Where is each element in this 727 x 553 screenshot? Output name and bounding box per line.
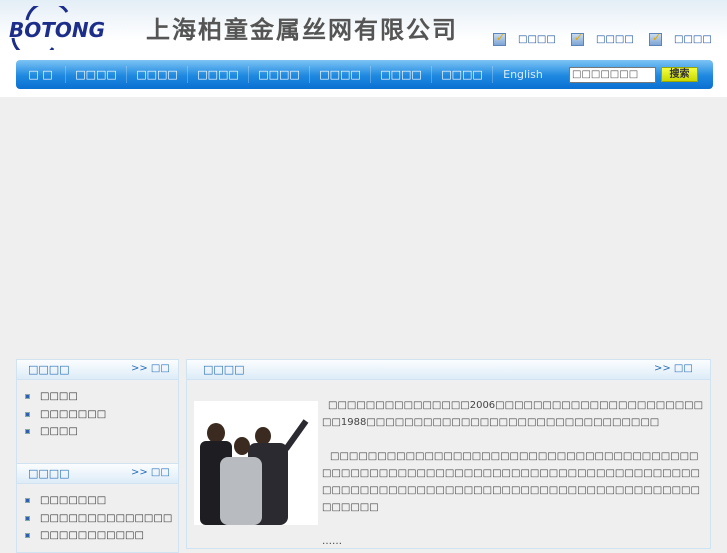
botong-logo[interactable]: BOTONG <box>7 6 133 50</box>
nav-home[interactable]: □ □ <box>16 66 66 83</box>
note-icon <box>649 31 662 46</box>
list-item[interactable]: □□□□□□□□□□□□□□ <box>17 510 178 528</box>
list-item-label: □□□□□□□ <box>40 495 107 507</box>
bullet-icon <box>25 394 30 400</box>
intro-paragraph-2: □□□□□□□□□□□□□□□□□□□□□□□□□□□□□□□□□□□□□□□□… <box>322 451 700 513</box>
nav-item-2[interactable]: □□□□ <box>66 66 127 83</box>
more-link[interactable]: >> □□ <box>654 363 693 374</box>
left-panel-2: □□□□ >> □□ □□□□□□□ □□□□□□□□□□□□□□ □□□□□□□… <box>16 463 179 553</box>
list-item[interactable]: □□□□□□□ <box>17 406 178 424</box>
top-link-label: □□□□ <box>596 34 634 45</box>
bullet-icon <box>25 533 30 539</box>
nav-item-8[interactable]: □□□□ <box>432 66 493 83</box>
nav-item-3[interactable]: □□□□ <box>127 66 188 83</box>
bullet-icon <box>25 498 30 504</box>
top-link-2[interactable]: □□□□ <box>571 31 634 46</box>
list-item-label: □□□□ <box>40 391 78 403</box>
nav-english[interactable]: English <box>493 66 553 83</box>
bullet-icon <box>25 411 30 417</box>
nav-item-7[interactable]: □□□□ <box>371 66 432 83</box>
list-item-label: □□□□□□□ <box>40 408 107 420</box>
list-item-label: □□□□□□□□□□□ <box>40 530 144 542</box>
more-link[interactable]: >> □□ <box>131 363 170 374</box>
nav-item-6[interactable]: □□□□ <box>310 66 371 83</box>
nav-item-5[interactable]: □□□□ <box>249 66 310 83</box>
top-link-label: □□□□ <box>674 34 712 45</box>
bullet-icon <box>25 429 30 435</box>
top-link-3[interactable]: □□□□ <box>649 31 712 46</box>
panel-title: □□□□ <box>28 363 70 376</box>
company-name: 上海柏童金属丝网有限公司 <box>146 15 458 44</box>
top-link-label: □□□□ <box>518 34 556 45</box>
panel-title: □□□□ <box>203 363 245 376</box>
list-item[interactable]: □□□□□□□ <box>17 492 178 510</box>
note-icon <box>493 31 506 46</box>
business-people-photo <box>194 401 318 525</box>
intro-ellipsis[interactable]: …… <box>322 533 707 550</box>
list-item-label: □□□□ <box>40 426 78 438</box>
list-item-label: □□□□□□□□□□□□□□ <box>40 512 173 524</box>
intro-paragraph-1: □□□□□□□□□□□□□□□2006□□□□□□□□□□□□□□□□□□□□□… <box>322 400 704 428</box>
left-panel-1: □□□□ >> □□ □□□□ □□□□□□□ □□□□ <box>16 359 179 464</box>
list-item[interactable]: □□□□ <box>17 388 178 406</box>
top-link-1[interactable]: □□□□ <box>493 31 556 46</box>
nav-item-4[interactable]: □□□□ <box>188 66 249 83</box>
list-item[interactable]: □□□□□□□□□□□ <box>17 527 178 545</box>
intro-panel: □□□□ >> □□ □□□□□□□□□□□□□□□2006□□□□□□□□□□□… <box>186 359 711 549</box>
main-nav: □ □ □□□□ □□□□ □□□□ □□□□ □□□□ □□□□ □□□□ E… <box>16 60 713 89</box>
panel-title: □□□□ <box>28 467 70 480</box>
more-link[interactable]: >> □□ <box>131 467 170 478</box>
search-button[interactable]: 搜索 <box>661 67 698 82</box>
list-item[interactable]: □□□□ <box>17 423 178 441</box>
bullet-icon <box>25 515 30 521</box>
svg-text:BOTONG: BOTONG <box>9 18 105 42</box>
note-icon <box>571 31 584 46</box>
company-intro: □□□□□□□□□□□□□□□2006□□□□□□□□□□□□□□□□□□□□□… <box>322 397 707 550</box>
search-input[interactable]: □□□□□□□ <box>569 67 656 83</box>
